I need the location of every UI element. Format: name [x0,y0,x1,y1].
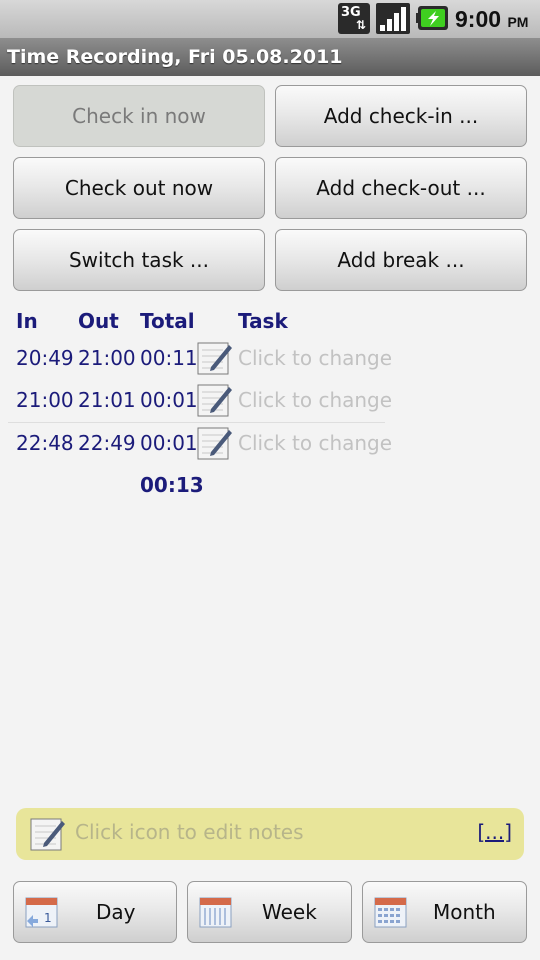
column-header-task: Task [238,309,288,333]
notes-placeholder: Click icon to edit notes [75,820,304,844]
task-change-link[interactable]: Click to change [238,346,392,370]
calendar-month-icon [374,897,407,928]
row-out-time[interactable]: 21:01 [78,388,136,412]
status-bar: 3G ⇅ 9:00 PM [0,0,540,38]
row-in-time[interactable]: 21:00 [16,388,74,412]
task-change-link[interactable]: Click to change [238,388,392,412]
day-label: Day [96,900,136,924]
row-in-time[interactable]: 20:49 [16,346,74,370]
add-check-out-button[interactable]: Add check-out ... [275,157,527,219]
calendar-week-icon [199,897,232,928]
column-header-out: Out [78,309,119,333]
week-label: Week [262,900,317,924]
battery-charging-icon [416,6,448,30]
switch-task-button[interactable]: Switch task ... [13,229,265,291]
row-separator [8,422,385,423]
column-header-in: In [16,309,38,333]
edit-task-icon[interactable] [197,341,233,375]
check-in-now-button[interactable]: Check in now [13,85,265,147]
add-break-button[interactable]: Add break ... [275,229,527,291]
task-change-link[interactable]: Click to change [238,431,392,455]
row-out-time[interactable]: 22:49 [78,431,136,455]
column-header-total: Total [140,309,195,333]
clock-ampm: PM [507,14,529,30]
signal-strength-icon [376,3,410,34]
edit-notes-icon[interactable] [30,817,66,851]
week-button[interactable]: Week [187,881,352,943]
sum-total: 00:13 [140,473,204,497]
edit-task-icon[interactable] [197,383,233,417]
edit-task-icon[interactable] [197,426,233,460]
calendar-day-icon: 1 [25,897,58,928]
add-check-in-button[interactable]: Add check-in ... [275,85,527,147]
page-title: Time Recording, Fri 05.08.2011 [0,38,540,76]
row-in-time[interactable]: 22:48 [16,431,74,455]
month-label: Month [433,900,496,924]
clock: 9:00 PM [455,6,528,33]
row-total: 00:01 [140,388,198,412]
notes-more-link[interactable]: [...] [477,820,512,844]
day-button[interactable]: 1 Day [13,881,177,943]
svg-text:1: 1 [44,911,52,925]
month-button[interactable]: Month [362,881,527,943]
notes-bar: Click icon to edit notes [...] [16,808,524,860]
row-total: 00:01 [140,431,198,455]
row-out-time[interactable]: 21:00 [78,346,136,370]
check-out-now-button[interactable]: Check out now [13,157,265,219]
network-3g-icon: 3G ⇅ [338,3,370,34]
clock-time: 9:00 [455,6,502,32]
row-total: 00:11 [140,346,198,370]
